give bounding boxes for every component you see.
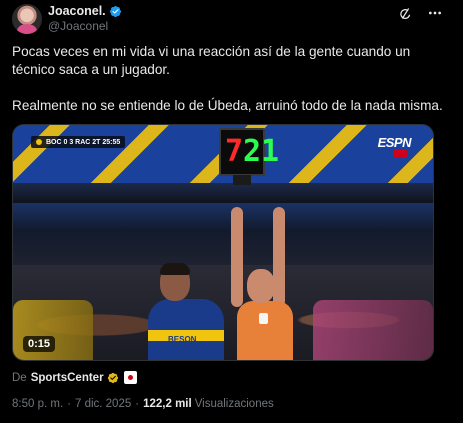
broadcaster-sub-badge <box>393 150 407 157</box>
board-handle <box>233 175 251 185</box>
official-arm-right <box>273 207 285 307</box>
meta-separator: · <box>135 398 140 410</box>
team-crest-icon <box>36 139 42 145</box>
tweet-paragraph: Realmente no se entiende lo de Úbeda, ar… <box>12 98 443 113</box>
video-player[interactable]: 7 21 BESON BOC 0 3 RAC 2T 25:55 ESPN 0:1… <box>12 124 434 361</box>
post-date[interactable]: 7 dic. 2025 <box>75 398 131 410</box>
verified-org-icon <box>107 372 119 384</box>
meta-separator: · <box>67 398 71 410</box>
post-time[interactable]: 8:50 p. m. <box>12 398 63 410</box>
official-head <box>247 269 275 303</box>
substitution-board: 7 21 <box>219 128 279 176</box>
attribution-prefix: De <box>12 371 27 384</box>
board-out-number: 7 <box>225 134 244 169</box>
player-hair <box>160 263 190 275</box>
tweet-paragraph: Pocas veces en mi vida vi una reacción a… <box>12 44 411 77</box>
display-name[interactable]: Joaconel. <box>48 4 106 18</box>
affiliate-logo-icon[interactable] <box>123 371 137 384</box>
tweet-text: Pocas veces en mi vida vi una reacción a… <box>12 43 452 133</box>
shirt-sponsor: BESON <box>168 335 197 344</box>
fourth-official <box>231 207 301 360</box>
official-arm-left <box>231 207 243 307</box>
verified-badge-icon <box>109 5 122 18</box>
tweet: Joaconel. @Joaconel Pocas veces en mi vi… <box>0 0 463 423</box>
scorebug-text: BOC 0 3 RAC 2T 25:55 <box>46 138 121 146</box>
avatar[interactable] <box>12 4 42 34</box>
tweet-meta: 8:50 p. m. · 7 dic. 2025 · 122,2 mil Vis… <box>12 398 274 410</box>
official-badge <box>259 313 268 324</box>
view-count-label: Visualizaciones <box>194 398 274 410</box>
view-count: 122,2 mil <box>143 398 192 410</box>
more-icon[interactable] <box>427 5 443 21</box>
bench-players-right <box>313 300 433 360</box>
video-attribution: De SportsCenter <box>12 371 137 384</box>
board-in-number: 21 <box>243 134 280 169</box>
author-name-row: Joaconel. <box>48 4 122 18</box>
handle[interactable]: @Joaconel <box>48 19 108 33</box>
player-figure: BESON <box>148 263 228 360</box>
video-duration: 0:15 <box>23 336 56 352</box>
grok-icon[interactable] <box>397 5 413 21</box>
stand-shadow <box>13 183 433 203</box>
attribution-source-link[interactable]: SportsCenter <box>31 372 104 384</box>
scorebug: BOC 0 3 RAC 2T 25:55 <box>31 136 126 148</box>
player-shirt <box>148 299 224 360</box>
broadcaster-logo: ESPN <box>377 135 412 150</box>
header-actions <box>397 5 443 21</box>
official-shirt <box>237 301 293 360</box>
